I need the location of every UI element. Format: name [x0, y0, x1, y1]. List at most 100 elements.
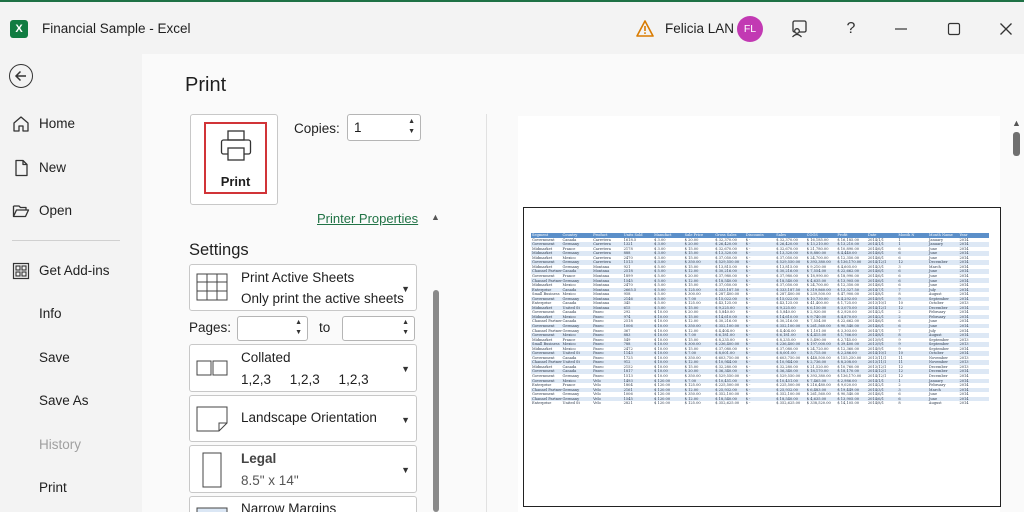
- margins-dropdown[interactable]: Narrow Margins: [189, 496, 417, 512]
- settings-heading: Settings: [189, 241, 249, 259]
- scrollbar-thumb[interactable]: [1013, 132, 1020, 156]
- nav-item-label: Print: [39, 480, 67, 495]
- nav-item-get-add-ins[interactable]: Get Add-ins: [0, 253, 142, 289]
- copies-stepper[interactable]: 1 ▲ ▼: [347, 114, 421, 141]
- nav-item-label: Get Add-ins: [39, 263, 110, 278]
- spin-arrows-icon[interactable]: ▲ ▼: [408, 117, 415, 137]
- minimize-icon[interactable]: [888, 16, 914, 42]
- dropdown-title: Narrow Margins: [241, 501, 337, 512]
- chevron-down-icon: ▼: [401, 465, 410, 475]
- settings-scrollbar[interactable]: ▲: [429, 212, 443, 512]
- chevron-down-icon: ▼: [401, 415, 410, 425]
- nav-item-label: New: [39, 160, 67, 175]
- table-cell: Velo: [593, 401, 601, 406]
- scroll-up-icon[interactable]: ▲: [431, 212, 440, 222]
- table-row: Enterprise United St Velo 2821 $ 120.00 $ 125…: [531, 401, 989, 406]
- printer-icon: [220, 130, 252, 161]
- scroll-up-icon[interactable]: ▲: [1012, 118, 1021, 128]
- dropdown-subtitle: 1,2,3 1,2,3 1,2,3: [241, 372, 369, 387]
- close-icon[interactable]: [993, 16, 1019, 42]
- table-cell: 2821: [623, 401, 633, 406]
- nav-item-info[interactable]: Info: [0, 296, 142, 332]
- margins-icon: [196, 507, 228, 512]
- copies-value: 1: [354, 120, 362, 135]
- table-cell: Enterprise: [532, 401, 552, 406]
- preview-scrollbar[interactable]: ▲: [1008, 116, 1024, 512]
- spin-arrows-icon[interactable]: ▲ ▼: [402, 318, 409, 338]
- table-cell: Small Business: [532, 292, 560, 297]
- print-button[interactable]: Print: [190, 114, 278, 205]
- paper-size-dropdown[interactable]: Legal 8.5" x 14" ▼: [189, 445, 417, 493]
- nav-item-new[interactable]: New: [0, 150, 142, 186]
- nav-item-label: Info: [39, 306, 62, 321]
- table-cell: $ 120.00: [654, 401, 671, 406]
- nav-item-print[interactable]: Print: [0, 470, 142, 506]
- nav-item-label: Open: [39, 203, 73, 218]
- preview-table: Segment Country Product Units Sold Manufact S…: [531, 233, 989, 406]
- chevron-down-icon: ▼: [401, 284, 410, 294]
- backstage-nav: Home New Open Get Add-ins Info Save Save…: [0, 54, 142, 512]
- sheet-grid-icon: [196, 273, 228, 301]
- page-title: Print: [185, 74, 227, 96]
- table-cell: United St: [562, 401, 580, 406]
- window-title: Financial Sample - Excel: [42, 21, 191, 36]
- table-cell: 2014: [959, 401, 969, 406]
- table-cell: Small Business: [531, 342, 562, 347]
- print-preview: Segment Country Product Units Sold Manufact S…: [518, 116, 1001, 512]
- collated-icon: [196, 360, 228, 376]
- feedback-icon[interactable]: [786, 16, 812, 42]
- landscape-page-icon: [196, 406, 228, 432]
- table-cell: $ 14,105.00: [837, 401, 860, 406]
- warning-icon[interactable]: [636, 20, 654, 37]
- arrow-left-icon: [14, 70, 26, 82]
- home-icon: [13, 116, 29, 132]
- printer-properties-link[interactable]: Printer Properties: [317, 211, 418, 226]
- pane-divider: [486, 114, 487, 512]
- dropdown-subtitle: 8.5" x 14": [241, 473, 299, 488]
- back-button[interactable]: [9, 64, 33, 88]
- table-cell: $ 352,625.00: [776, 401, 801, 406]
- collation-dropdown[interactable]: Collated 1,2,3 1,2,3 1,2,3 ▼: [189, 344, 417, 392]
- pages-to-stepper[interactable]: ▲ ▼: [342, 316, 415, 341]
- nav-item-label: Save: [39, 350, 70, 365]
- excel-logo-icon: X: [10, 20, 28, 38]
- table-cell: 8: [898, 401, 901, 406]
- maximize-icon[interactable]: [941, 16, 967, 42]
- pages-label: Pages:: [189, 320, 232, 335]
- title-bar: X Financial Sample - Excel Felicia LAN F…: [0, 0, 1024, 54]
- orientation-dropdown[interactable]: Landscape Orientation ▼: [189, 395, 417, 442]
- scrollbar-thumb[interactable]: [433, 290, 439, 512]
- avatar[interactable]: FL: [737, 16, 763, 42]
- pages-from-stepper[interactable]: ▲ ▼: [237, 316, 308, 341]
- table-cell: 2014/8/1: [867, 401, 884, 406]
- dropdown-title: Collated: [241, 350, 291, 365]
- nav-item-save[interactable]: Save: [0, 340, 142, 376]
- print-what-dropdown[interactable]: Print Active Sheets Only print the activ…: [189, 264, 417, 311]
- spin-arrows-icon[interactable]: ▲ ▼: [295, 318, 302, 338]
- nav-item-label: History: [39, 437, 82, 452]
- dropdown-title: Legal: [241, 451, 277, 466]
- table-cell: $ -: [745, 401, 751, 406]
- nav-item-save-as[interactable]: Save As: [0, 383, 142, 419]
- table-cell: $ 352,625.00: [715, 401, 740, 406]
- folder-open-icon: [12, 205, 30, 218]
- table-cell: $ 338,520.00: [806, 401, 831, 406]
- preview-page: Segment Country Product Units Sold Manufact S…: [523, 207, 1001, 507]
- to-label: to: [319, 320, 331, 335]
- nav-item-home[interactable]: Home: [0, 106, 142, 142]
- chevron-down-icon: ▼: [401, 364, 410, 374]
- nav-item-open[interactable]: Open: [0, 193, 142, 229]
- copies-label: Copies:: [294, 121, 340, 136]
- nav-divider: [12, 240, 120, 241]
- add-ins-icon: [12, 262, 30, 280]
- nav-item-label: Home: [39, 116, 76, 131]
- paper-icon: [202, 452, 222, 488]
- print-button-label: Print: [220, 174, 251, 189]
- dropdown-title: Print Active Sheets: [241, 270, 355, 285]
- table-cell: August: [928, 401, 942, 406]
- table-cell: $ 125.00: [684, 401, 701, 406]
- dropdown-title: Landscape Orientation: [241, 410, 377, 425]
- help-icon[interactable]: ?: [838, 16, 864, 42]
- nav-item-label: Save As: [39, 393, 89, 408]
- user-name[interactable]: Felicia LAN: [665, 21, 734, 36]
